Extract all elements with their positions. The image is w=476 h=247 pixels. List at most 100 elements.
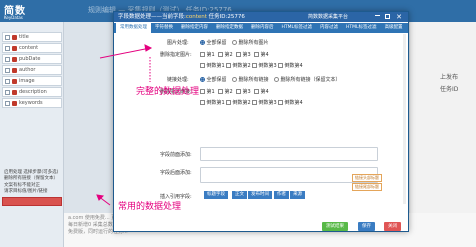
image-checkbox-last-3[interactable]: 倒数第3 bbox=[252, 62, 277, 69]
dialog-header: 字段数据处理——当前字段:content 任务ID:25776 简数数据采集平台… bbox=[114, 12, 408, 22]
checkbox-icon[interactable] bbox=[278, 100, 283, 105]
image-checkbox-3[interactable]: 第3 bbox=[236, 51, 251, 58]
image-checkbox-last-4[interactable]: 倒数第4 bbox=[278, 62, 303, 69]
checkbox[interactable] bbox=[5, 56, 10, 62]
field-icon bbox=[12, 78, 17, 84]
field-icon bbox=[12, 34, 17, 40]
image-checkbox-4[interactable]: 第4 bbox=[254, 51, 269, 58]
checkbox[interactable] bbox=[5, 89, 10, 95]
image-checkbox-last-2[interactable]: 倒数第2 bbox=[226, 62, 251, 69]
dialog-field: content bbox=[185, 14, 207, 20]
radio-icon[interactable] bbox=[200, 77, 205, 82]
checkbox-icon[interactable] bbox=[252, 100, 257, 105]
tab-content-filter[interactable]: 内容过滤 bbox=[316, 23, 342, 33]
maximize-icon[interactable] bbox=[385, 14, 390, 19]
checkbox-icon[interactable] bbox=[226, 100, 231, 105]
tab-delete-content[interactable]: 删除指定内容 bbox=[177, 23, 212, 33]
insert-body-button[interactable]: 正文 bbox=[232, 191, 247, 199]
tab-delete-data[interactable]: 删除指定数据 bbox=[212, 23, 247, 33]
tab-advanced[interactable]: 高级配置 bbox=[381, 23, 407, 33]
radio-icon[interactable] bbox=[200, 40, 205, 45]
image-checkbox-last-1[interactable]: 倒数第1 bbox=[200, 62, 225, 69]
link-checkbox-2[interactable]: 第2 bbox=[218, 88, 233, 95]
field-item-pubdate[interactable]: pubDate bbox=[2, 54, 62, 64]
tab-html-filter[interactable]: HTML标签过滤 bbox=[278, 23, 317, 33]
checkbox-icon[interactable] bbox=[200, 63, 205, 68]
insert-source-button[interactable]: 来源 bbox=[290, 191, 305, 199]
arrow-head bbox=[96, 194, 105, 201]
field-sidebar: title content pubDate author image descr… bbox=[0, 22, 64, 247]
checkbox-icon[interactable] bbox=[226, 63, 231, 68]
link-checkbox-1[interactable]: 第1 bbox=[200, 88, 215, 95]
checkbox-icon[interactable] bbox=[236, 89, 241, 94]
prefix-label: 字段前面添加: bbox=[160, 152, 192, 158]
checkbox[interactable] bbox=[5, 34, 10, 40]
link-checkbox-last-1[interactable]: 倒数第1 bbox=[200, 99, 225, 106]
background-panel: 上发布 任务ID bbox=[410, 22, 476, 213]
insert-date-button[interactable]: 发布时间 bbox=[248, 191, 272, 199]
prefix-textarea[interactable] bbox=[200, 147, 378, 161]
field-item-author[interactable]: author bbox=[2, 65, 62, 75]
radio-icon[interactable] bbox=[232, 77, 237, 82]
checkbox-icon[interactable] bbox=[218, 89, 223, 94]
action-bar[interactable] bbox=[2, 197, 62, 206]
link-checkbox-last-3[interactable]: 倒数第3 bbox=[252, 99, 277, 106]
dialog-tabs: 常用数据处理 字符替换 删除指定内容 删除指定数据 删除内容后 HTML标签过滤… bbox=[114, 23, 408, 33]
checkbox[interactable] bbox=[5, 78, 10, 84]
image-checkbox-2[interactable]: 第2 bbox=[218, 51, 233, 58]
checkbox-icon[interactable] bbox=[236, 52, 241, 57]
minimize-icon[interactable] bbox=[375, 15, 380, 16]
dialog-brand: 简数数据采集平台 bbox=[307, 14, 348, 20]
field-icon bbox=[12, 100, 17, 106]
save-button[interactable]: 保存 bbox=[358, 222, 375, 231]
link-checkbox-3[interactable]: 第3 bbox=[236, 88, 251, 95]
checkbox-icon[interactable] bbox=[252, 63, 257, 68]
link-checkbox-last-2[interactable]: 倒数第2 bbox=[226, 99, 251, 106]
image-processing-label: 图片处理: bbox=[167, 40, 189, 46]
test-result-button[interactable]: 测试结果 bbox=[322, 222, 348, 231]
annotation-full-processing: 完整的数据处理 bbox=[136, 87, 200, 97]
link-checkbox-4[interactable]: 第4 bbox=[254, 88, 269, 95]
checkbox[interactable] bbox=[5, 45, 10, 51]
dialog-scrollbar[interactable] bbox=[403, 34, 406, 204]
field-item-title[interactable]: title bbox=[2, 32, 62, 42]
field-item-content[interactable]: content bbox=[2, 43, 62, 53]
checkbox-icon[interactable] bbox=[278, 63, 283, 68]
field-icon bbox=[12, 45, 17, 51]
close-icon[interactable]: ✕ bbox=[396, 12, 402, 22]
field-item-image[interactable]: image bbox=[2, 76, 62, 86]
checkbox[interactable] bbox=[5, 67, 10, 73]
tab-replace[interactable]: 字符替换 bbox=[151, 23, 177, 33]
link-keep-all-radio[interactable]: 全部保留 bbox=[200, 76, 227, 83]
tab-delete-after[interactable]: 删除内容后 bbox=[247, 23, 278, 33]
image-keep-all-radio[interactable]: 全部保留 bbox=[200, 39, 227, 46]
suffix-label: 字段后面添加: bbox=[160, 170, 192, 176]
checkbox-icon[interactable] bbox=[200, 89, 205, 94]
checkbox[interactable] bbox=[5, 100, 10, 106]
field-item-keywords[interactable]: keywords bbox=[2, 98, 62, 108]
checkbox-icon[interactable] bbox=[200, 52, 205, 57]
link-delete-keep-text-radio[interactable]: 删除所有链接（保留文本） bbox=[274, 76, 341, 83]
checkbox-icon[interactable] bbox=[254, 52, 259, 57]
checkbox-icon[interactable] bbox=[200, 100, 205, 105]
tab-common[interactable]: 常用数据处理 bbox=[116, 23, 151, 33]
insert-author-button[interactable]: 作者 bbox=[274, 191, 289, 199]
tab-html-filter-2[interactable]: HTML标签过滤 bbox=[342, 23, 381, 33]
checkbox-icon[interactable] bbox=[218, 52, 223, 57]
link-checkbox-last-4[interactable]: 倒数第4 bbox=[278, 99, 303, 106]
close-button[interactable]: 关闭 bbox=[384, 222, 401, 231]
radio-icon[interactable] bbox=[232, 40, 237, 45]
image-delete-all-radio[interactable]: 删除所有图片 bbox=[232, 39, 269, 46]
insert-title-button[interactable]: 标题字段 bbox=[204, 191, 228, 199]
radio-icon[interactable] bbox=[274, 77, 279, 82]
checkbox-icon[interactable] bbox=[254, 89, 259, 94]
field-icon bbox=[12, 56, 17, 62]
image-checkbox-1[interactable]: 第1 bbox=[200, 51, 215, 58]
annotation-common-processing: 常用的数据处理 bbox=[118, 202, 182, 212]
link-tail-button[interactable]: 链接尾部标题 bbox=[352, 183, 382, 191]
link-delete-all-radio[interactable]: 删除所有链接 bbox=[232, 76, 269, 83]
field-item-description[interactable]: description bbox=[2, 87, 62, 97]
link-head-button[interactable]: 链接头部标题 bbox=[352, 174, 382, 182]
dialog-body: 图片处理: 全部保留 删除所有图片 删除指定图片: 第1 第2 第3 第4 倒数… bbox=[114, 33, 408, 221]
processing-options: 启用处理 选择步骤(可多选) 删除所有链接（保留文本） 文案有标不能对正 请求目… bbox=[4, 170, 59, 195]
